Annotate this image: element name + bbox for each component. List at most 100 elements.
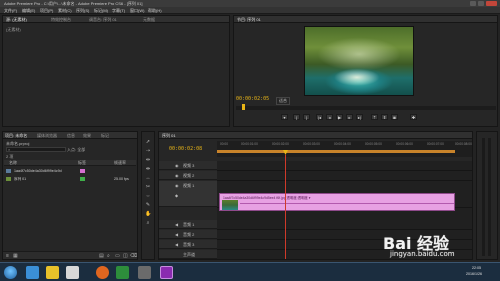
tab-markers[interactable]: 标记 (101, 133, 109, 139)
search-icon: ⌕ (8, 147, 11, 152)
step-back-button[interactable]: ◂ (326, 114, 333, 120)
menu-help[interactable]: 帮助(H) (148, 8, 162, 14)
track-header-audio-3[interactable]: ◀ 音频 3 (159, 240, 217, 249)
menu-sequence[interactable]: 序列(S) (76, 8, 89, 14)
go-to-out-button[interactable]: ▸| (356, 114, 363, 120)
pen-tool-icon[interactable]: ✎ (145, 202, 151, 208)
taskbar-app-icon[interactable] (138, 266, 151, 279)
selection-tool-icon[interactable]: ➚ (145, 139, 151, 145)
hand-tool-icon[interactable]: ✋ (145, 211, 151, 217)
tab-effect-controls[interactable]: 特效控制台 (51, 17, 71, 23)
eye-icon[interactable]: ◉ (175, 183, 179, 188)
tab-sequence[interactable]: 序列 01 (162, 133, 176, 139)
clip-thumbnail (222, 200, 238, 210)
razor-tool-icon[interactable]: ✂ (145, 184, 151, 190)
image-file-icon (6, 169, 11, 173)
sequence-icon (6, 177, 11, 181)
lift-button[interactable]: ⇡ (371, 114, 378, 120)
eye-icon[interactable]: ◉ (175, 173, 179, 178)
track-header-audio-1[interactable]: ◀ 音频 1 (159, 220, 217, 229)
project-search-input[interactable]: ⌕ (6, 147, 66, 152)
column-name[interactable]: 名称 (9, 160, 17, 166)
timeline-timecode[interactable]: 00:00:02:08 (169, 146, 202, 152)
maximize-button[interactable] (478, 1, 484, 6)
play-button[interactable]: ▶ (336, 114, 343, 120)
ruler-label: 00:00:06:00 (396, 142, 413, 146)
tab-project[interactable]: 项目: 未命名 (5, 133, 27, 139)
zoom-tool-icon[interactable]: ⌕ (145, 220, 151, 226)
export-frame-button[interactable]: ◙ (391, 114, 398, 120)
menu-marker[interactable]: 标记(M) (94, 8, 108, 14)
mark-in-button[interactable]: { (293, 114, 300, 120)
taskbar-app-icon[interactable] (26, 266, 39, 279)
premiere-taskbar-icon[interactable] (160, 266, 173, 279)
speaker-icon[interactable]: ◀ (175, 222, 178, 227)
list-view-icon[interactable]: ≡ (6, 253, 9, 259)
track-header-video-3[interactable]: ◉ 视频 3 (159, 161, 217, 170)
menu-edit[interactable]: 编辑(E) (22, 8, 35, 14)
new-item-icon[interactable]: ◫ (123, 253, 128, 259)
tab-audio-mixer[interactable]: 调音台: 序列 01 (89, 17, 117, 23)
menu-clip[interactable]: 素材(C) (58, 8, 72, 14)
minimize-button[interactable] (470, 1, 476, 6)
tab-source[interactable]: 源: (无素材) (6, 17, 27, 23)
track-select-tool-icon[interactable]: ⇢ (145, 148, 151, 154)
icon-view-icon[interactable]: ▦ (13, 253, 18, 259)
start-button[interactable] (4, 266, 17, 279)
list-item[interactable]: 序列 01 25.00 fps (4, 176, 136, 183)
find-icon[interactable]: ⌕ (107, 253, 110, 259)
speaker-icon[interactable]: ◀ (175, 232, 178, 237)
taskbar-app-icon[interactable] (46, 266, 59, 279)
audio-meter-left (482, 138, 485, 256)
settings-button[interactable]: ✚ (410, 114, 417, 120)
taskbar-app-icon[interactable] (116, 266, 129, 279)
tab-metadata[interactable]: 元数据 (143, 17, 155, 23)
track-header-video-2[interactable]: ◉ 视频 2 (159, 171, 217, 180)
marker-button[interactable]: ▾ (281, 114, 288, 120)
close-button[interactable] (486, 1, 497, 6)
tab-program[interactable]: 节目: 序列 01 (237, 17, 261, 23)
new-bin-icon[interactable]: ▭ (115, 253, 120, 259)
timeline-tabstrip: 序列 01 (159, 132, 472, 139)
fit-dropdown[interactable]: 适合 (276, 97, 290, 105)
menu-project[interactable]: 项目(P) (40, 8, 53, 14)
menu-title[interactable]: 字幕(T) (112, 8, 125, 14)
ripple-edit-tool-icon[interactable]: ⇹ (145, 157, 151, 163)
automate-icon[interactable]: ▤ (99, 253, 104, 259)
time-ruler[interactable]: 00:00 00:00:01:00 00:00:02:00 00:00:03:0… (217, 141, 472, 157)
rate-stretch-tool-icon[interactable]: ↔ (145, 175, 151, 181)
track-header-audio-2[interactable]: ◀ 音频 2 (159, 230, 217, 239)
go-to-in-button[interactable]: |◂ (316, 114, 323, 120)
eye-icon[interactable]: ◉ (175, 163, 179, 168)
tab-media-browser[interactable]: 媒体浏览器 (37, 133, 57, 139)
no-clip-label: (无素材) (6, 27, 21, 32)
mark-out-button[interactable]: } (303, 114, 310, 120)
extract-button[interactable]: ⇞ (381, 114, 388, 120)
lane-divider (217, 180, 472, 181)
slip-tool-icon[interactable]: ⇔ (145, 193, 151, 199)
menu-window[interactable]: 窗口(W) (130, 8, 144, 14)
menu-file[interactable]: 文件(F) (4, 8, 17, 14)
opacity-line[interactable] (240, 203, 454, 204)
speaker-icon[interactable]: ◀ (175, 242, 178, 247)
program-playhead[interactable] (242, 104, 245, 110)
list-item[interactable]: 1aa4f7c50de4a30d6f99e4c9d (4, 168, 136, 175)
rolling-edit-tool-icon[interactable]: ⇼ (145, 166, 151, 172)
track-header-video-1[interactable]: ◉ 视频 1 ◆ (159, 181, 217, 207)
delete-icon[interactable]: ⌫ (130, 253, 137, 259)
step-forward-button[interactable]: ▸ (346, 114, 353, 120)
frame-rate-value: 25.00 fps (114, 177, 129, 181)
track-header-master[interactable]: 主声道 (159, 250, 217, 259)
video-clip[interactable]: 1aa4f7c50de4a30d6f99e4c9d5ee4 f6f.jpg 透明… (219, 193, 455, 211)
column-label[interactable]: 标签 (78, 160, 86, 166)
tab-info[interactable]: 信息 (67, 133, 75, 139)
taskbar-app-icon[interactable] (96, 266, 109, 279)
taskbar-app-icon[interactable] (66, 266, 79, 279)
tab-effects[interactable]: 效果 (83, 133, 91, 139)
keyframe-icon[interactable]: ◆ (175, 193, 178, 198)
program-timecode[interactable]: 00:00:02:05 (236, 96, 269, 102)
entry-filter[interactable]: 入点: 全部 (67, 147, 85, 153)
work-area-bar[interactable] (217, 150, 455, 153)
column-frame-rate[interactable]: 帧速率 (114, 160, 126, 166)
program-scrub-bar[interactable] (236, 106, 496, 110)
